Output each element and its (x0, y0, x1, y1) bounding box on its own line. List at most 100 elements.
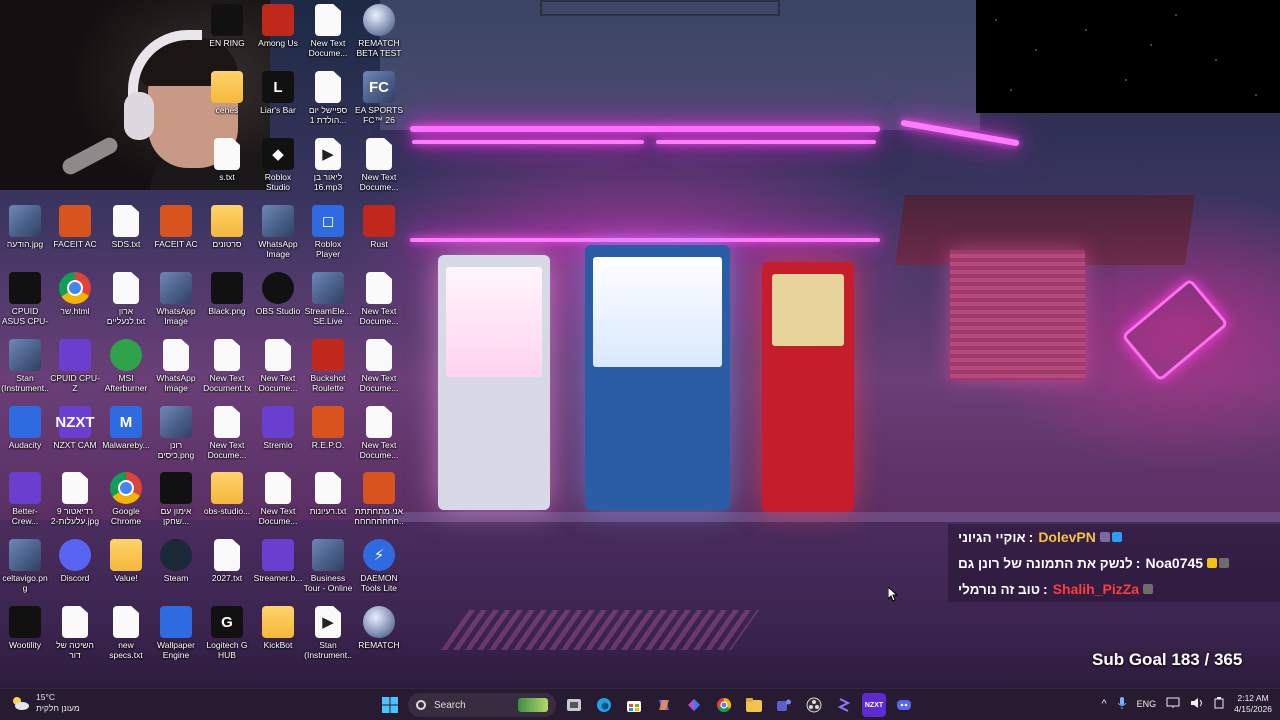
copilot-icon[interactable] (652, 693, 676, 717)
desktop-icon-image (262, 272, 294, 304)
desktop-icon[interactable]: NZXT NZXT CAM (50, 406, 100, 450)
wallpaper-window (540, 0, 780, 16)
desktop-icon[interactable]: obs-studio... (202, 472, 252, 516)
desktop-icon[interactable]: New Text Document.txt (202, 339, 252, 393)
taskbar-clock[interactable]: 2:12 AM 4/15/2026 (1234, 693, 1272, 715)
volume-icon[interactable] (1190, 697, 1204, 712)
teams-icon[interactable] (772, 693, 796, 717)
desktop-icon[interactable]: CPUID CPU-Z (50, 339, 100, 393)
battery-icon[interactable] (1214, 696, 1224, 712)
desktop-icon[interactable]: Google Chrome (101, 472, 151, 526)
desktop-icon[interactable]: G Logitech G HUB (202, 606, 252, 660)
desktop-icon[interactable]: REMATCH BETA TEST (354, 4, 404, 58)
start-button[interactable] (378, 693, 402, 717)
desktop-icon[interactable]: EN RING (202, 4, 252, 48)
language-indicator[interactable]: ENG (1137, 699, 1157, 709)
desktop-icon[interactable]: WhatsApp Image 2025... (151, 339, 201, 393)
desktop-icon[interactable]: הודעה.jpg (0, 205, 50, 249)
desktop-icon-label: MSI Afterburner (104, 373, 148, 393)
desktop-icon[interactable]: CPUID ASUS CPU-Z (0, 272, 50, 326)
desktop-icon[interactable]: WhatsApp Image 2025... (151, 272, 201, 326)
nzxt-cam-icon[interactable]: NZXT (862, 693, 886, 717)
desktop-icon[interactable]: New Text Docume... (354, 339, 404, 393)
edge-icon[interactable] (592, 693, 616, 717)
desktop-icon[interactable]: שר.html (50, 272, 100, 316)
desktop-icon[interactable]: New Text Docume... (253, 339, 303, 393)
desktop-icon-image (160, 272, 192, 304)
desktop-icon[interactable]: ▶Stan (Instrument... (303, 606, 353, 660)
desktop-icon[interactable]: Audacity (0, 406, 50, 450)
desktop-icon-image (315, 4, 341, 36)
desktop-icon[interactable]: New Text Docume... (202, 406, 252, 460)
desktop-icon[interactable]: Value! (101, 539, 151, 583)
desktop-icon[interactable]: L Liar's Bar (253, 71, 303, 115)
desktop-icon[interactable]: ⚡ DAEMON Tools Lite (354, 539, 404, 593)
desktop-icon[interactable]: New Text Docume... (354, 406, 404, 460)
streamer-bot-icon[interactable] (832, 693, 856, 717)
desktop-icon[interactable]: MSI Afterburner (101, 339, 151, 393)
desktop-icon[interactable]: Business Tour - Online M... (303, 539, 353, 593)
desktop-icon[interactable]: New Text Docume... (253, 472, 303, 526)
desktop-icon[interactable]: ▶ ליאור בן 16.mp3 (303, 138, 353, 192)
microphone-icon[interactable] (1117, 696, 1127, 713)
desktop-icon[interactable]: Streamer.b... (253, 539, 303, 583)
desktop-icon[interactable]: אני מתחתתת חחחחחחחח... (354, 472, 404, 526)
desktop-icon[interactable]: Stremio (253, 406, 303, 450)
chrome-icon[interactable] (712, 693, 736, 717)
desktop-icon[interactable]: Wallpaper Engine (151, 606, 201, 660)
show-hidden-icons-chevron-icon[interactable]: ^ (1101, 698, 1106, 710)
desktop-icon-image (9, 406, 41, 438)
desktop-icon[interactable]: R.E.P.O. (303, 406, 353, 450)
task-view-icon[interactable] (562, 693, 586, 717)
desktop-icon[interactable]: Better-Crew... (0, 472, 50, 526)
obs-icon[interactable] (802, 693, 826, 717)
desktop-icon[interactable]: ◻ Roblox Player (303, 205, 353, 259)
desktop-icon[interactable]: Rust (354, 205, 404, 249)
desktop-icon[interactable]: StreamEle... SE.Live (303, 272, 353, 326)
desktop-icon[interactable]: סרטונים (202, 205, 252, 249)
desktop-icon[interactable]: celtavigo.png (0, 539, 50, 593)
desktop-icon[interactable]: אימון עם שחקן... (151, 472, 201, 526)
desktop-icon[interactable]: ספיישל יום הולדת 1... (303, 71, 353, 125)
desktop-icon-label: אימון עם שחקן... (160, 506, 192, 526)
desktop-icon[interactable]: M Malwareby... (101, 406, 151, 450)
desktop-icon[interactable]: FACEIT AC (151, 205, 201, 249)
microsoft365-icon[interactable] (682, 693, 706, 717)
desktop-icon[interactable]: s.txt (202, 138, 252, 182)
weather-temp: 15°C (36, 692, 55, 702)
desktop-icon[interactable]: רדיאטור 9 עלעלות-2.jpg (50, 472, 100, 526)
desktop-icon[interactable]: Buckshot Roulette (303, 339, 353, 393)
desktop-icon[interactable]: ארון לנעליים.txt (101, 272, 151, 326)
desktop-icon[interactable]: Wootility (0, 606, 50, 650)
desktop-icon[interactable]: cenes (202, 71, 252, 115)
desktop-icon[interactable]: 2027.txt (202, 539, 252, 583)
desktop-icon[interactable]: רעיונות.txt (303, 472, 353, 516)
desktop-icon[interactable]: OBS Studio (253, 272, 303, 316)
desktop-icon[interactable]: REMATCH (354, 606, 404, 650)
desktop-icon[interactable]: ◆ Roblox Studio (253, 138, 303, 192)
desktop-icon[interactable]: FC EA SPORTS FC™ 26 (354, 71, 404, 125)
desktop-icon[interactable]: WhatsApp Image 2026... (253, 205, 303, 259)
desktop-icon[interactable]: השיטה של דור בגדול.png (50, 606, 100, 660)
weather-widget[interactable]: 15°C מעונן חלקית (10, 692, 80, 714)
discord-icon[interactable] (892, 693, 916, 717)
taskbar-search[interactable]: Search (408, 693, 556, 717)
desktop-icon[interactable]: Among Us (253, 4, 303, 48)
file-explorer-icon[interactable] (742, 693, 766, 717)
store-icon[interactable] (622, 693, 646, 717)
desktop-icon-image (312, 539, 344, 571)
desktop-icon[interactable]: Discord (50, 539, 100, 583)
desktop-icon[interactable]: New Text Docume... (303, 4, 353, 58)
desktop-icon[interactable]: KickBot (253, 606, 303, 650)
desktop-icon[interactable]: Black.png (202, 272, 252, 316)
desktop-icon[interactable]: SDS.txt (101, 205, 151, 249)
desktop-icon[interactable]: Stan (Instrument... (0, 339, 50, 393)
desktop-icon[interactable]: New Text Docume... (354, 272, 404, 326)
network-icon[interactable] (1166, 697, 1180, 712)
desktop-icon[interactable]: new specs.txt (101, 606, 151, 660)
desktop-icon[interactable]: New Text Docume... (354, 138, 404, 192)
desktop-icon[interactable]: Steam (151, 539, 201, 583)
desktop-icon[interactable]: FACEIT AC (50, 205, 100, 249)
desktop-icon[interactable]: רונן כיסים.png (151, 406, 201, 460)
search-icon (416, 700, 426, 710)
